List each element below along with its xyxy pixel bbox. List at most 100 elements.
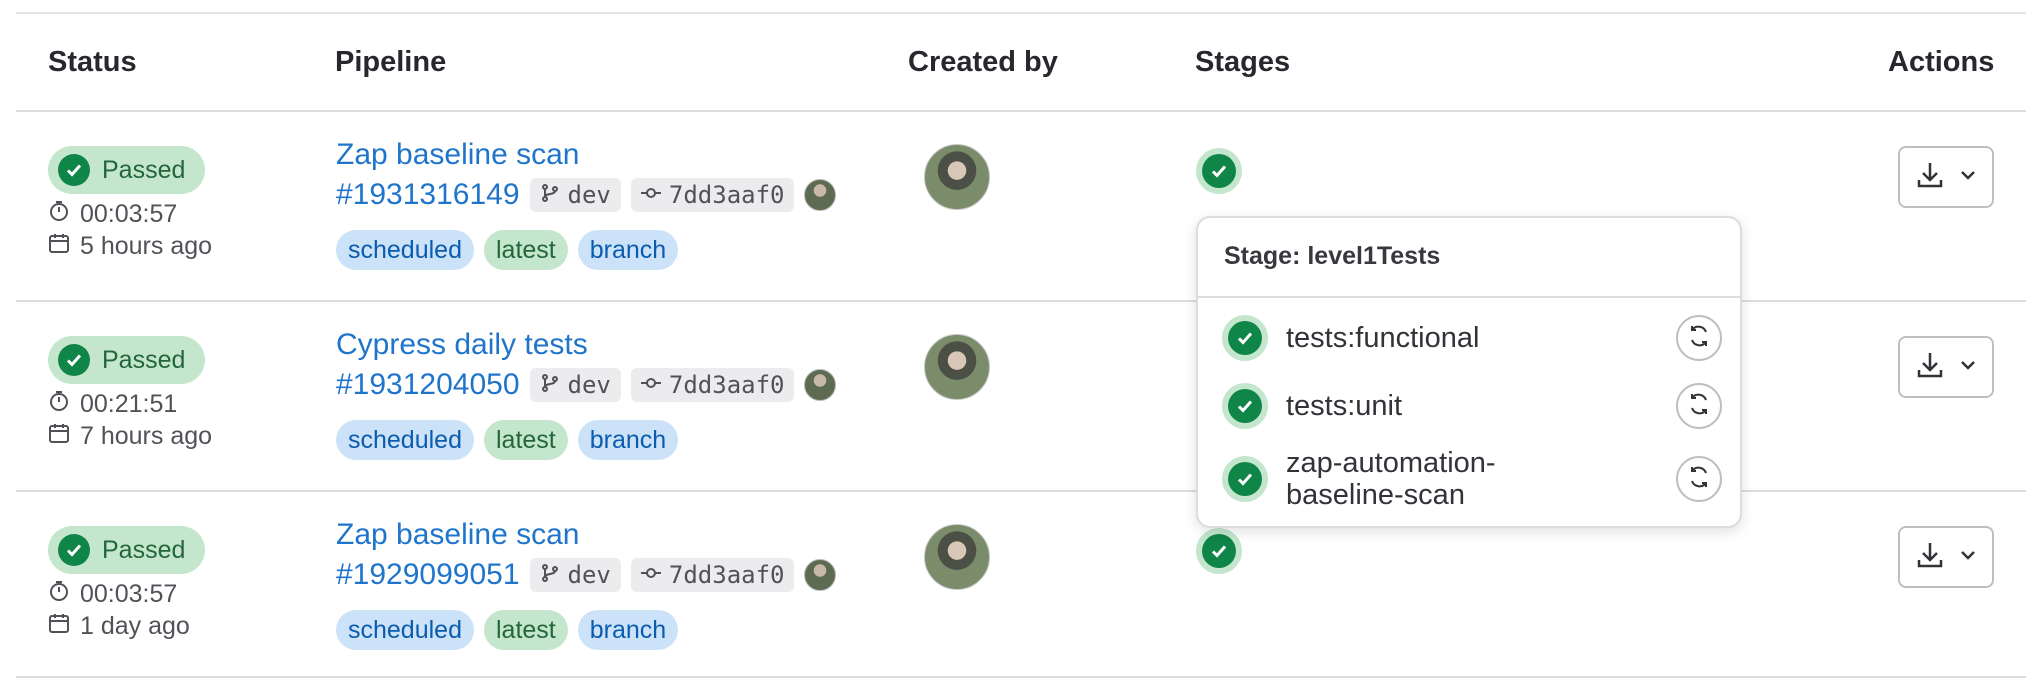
pipeline-tags: scheduled latest branch bbox=[336, 610, 679, 650]
column-header-pipeline: Pipeline bbox=[335, 46, 447, 78]
commit-author-avatar[interactable] bbox=[804, 559, 837, 591]
calendar-icon bbox=[48, 612, 70, 641]
stage-popover-title: Stage: level1Tests bbox=[1224, 242, 1441, 270]
timer-icon bbox=[48, 390, 70, 419]
timer-icon bbox=[48, 580, 70, 609]
check-circle-icon bbox=[1228, 321, 1262, 355]
branch-ref[interactable]: dev bbox=[529, 558, 621, 592]
branch-ref[interactable]: dev bbox=[529, 178, 621, 212]
status-badge[interactable]: Passed bbox=[48, 336, 206, 384]
pipeline-meta: #1931204050 dev 7dd3aaf0 bbox=[336, 368, 837, 402]
pipeline-tags: scheduled latest branch bbox=[336, 420, 679, 460]
column-header-created-by: Created by bbox=[908, 46, 1058, 78]
duration: 00:03:57 bbox=[48, 580, 177, 609]
chevron-down-icon bbox=[1959, 166, 1977, 189]
calendar-icon bbox=[48, 232, 70, 261]
pipeline-tags: scheduled latest branch bbox=[336, 230, 679, 270]
check-circle-icon bbox=[58, 344, 90, 376]
job-name: tests:functional bbox=[1286, 322, 1480, 354]
pipeline-title-link[interactable]: Zap baseline scan bbox=[336, 518, 580, 552]
commit-sha[interactable]: 7dd3aaf0 bbox=[630, 368, 795, 402]
branch-name: dev bbox=[567, 181, 611, 209]
finished-text: 5 hours ago bbox=[80, 232, 213, 260]
pipeline-id-link[interactable]: #1931316149 bbox=[336, 178, 520, 212]
commit-sha[interactable]: 7dd3aaf0 bbox=[630, 178, 795, 212]
download-icon bbox=[1915, 160, 1945, 195]
commit-text: 7dd3aaf0 bbox=[668, 181, 785, 209]
commit-author-avatar[interactable] bbox=[804, 369, 837, 401]
popover-divider bbox=[1198, 296, 1740, 298]
tag-branch: branch bbox=[577, 610, 679, 650]
finished-at: 1 day ago bbox=[48, 612, 190, 641]
status-label: Passed bbox=[102, 535, 186, 564]
duration-text: 00:03:57 bbox=[80, 580, 178, 608]
job-status-icon bbox=[1222, 383, 1268, 429]
branch-icon bbox=[540, 371, 560, 399]
column-header-actions: Actions bbox=[1888, 46, 1995, 78]
retry-job-button[interactable] bbox=[1676, 315, 1722, 361]
pipeline-id-link[interactable]: #1931204050 bbox=[336, 368, 520, 402]
commit-icon bbox=[640, 371, 661, 399]
job-item[interactable]: zap-automation- baseline-scan bbox=[1222, 444, 1722, 514]
retry-job-button[interactable] bbox=[1676, 456, 1722, 502]
retry-icon bbox=[1686, 464, 1712, 495]
pipeline-title-link[interactable]: Zap baseline scan bbox=[336, 138, 580, 172]
duration-text: 00:03:57 bbox=[80, 200, 178, 228]
commit-author-avatar[interactable] bbox=[804, 179, 837, 211]
chevron-down-icon bbox=[1959, 356, 1977, 379]
job-name: tests:unit bbox=[1286, 390, 1403, 422]
download-artifacts-button[interactable] bbox=[1898, 526, 1994, 588]
job-status-icon bbox=[1222, 456, 1268, 502]
pipeline-meta: #1929099051 dev 7dd3aaf0 bbox=[336, 558, 837, 592]
commit-text: 7dd3aaf0 bbox=[668, 561, 785, 589]
tag-latest: latest bbox=[483, 230, 568, 270]
creator-avatar[interactable] bbox=[924, 524, 990, 590]
branch-ref[interactable]: dev bbox=[529, 368, 621, 402]
status-label: Passed bbox=[102, 345, 186, 374]
check-circle-icon bbox=[58, 154, 90, 186]
retry-job-button[interactable] bbox=[1676, 383, 1722, 429]
commit-icon bbox=[640, 561, 661, 589]
tag-latest: latest bbox=[483, 420, 568, 460]
stage-popover: Stage: level1Tests tests:functional test… bbox=[1196, 216, 1742, 528]
creator-avatar[interactable] bbox=[924, 144, 990, 210]
branch-icon bbox=[540, 181, 560, 209]
tag-scheduled: scheduled bbox=[336, 420, 474, 460]
job-item[interactable]: tests:unit bbox=[1222, 376, 1722, 436]
commit-icon bbox=[640, 181, 661, 209]
check-circle-icon bbox=[1202, 154, 1236, 188]
download-artifacts-button[interactable] bbox=[1898, 146, 1994, 208]
duration: 00:21:51 bbox=[48, 390, 177, 419]
branch-name: dev bbox=[567, 561, 611, 589]
check-circle-icon bbox=[1202, 534, 1236, 568]
download-icon bbox=[1915, 540, 1945, 575]
status-badge[interactable]: Passed bbox=[48, 146, 206, 194]
pipeline-title-link[interactable]: Cypress daily tests bbox=[336, 328, 588, 362]
tag-scheduled: scheduled bbox=[336, 610, 474, 650]
finished-text: 1 day ago bbox=[80, 612, 190, 640]
job-item[interactable]: tests:functional bbox=[1222, 308, 1722, 368]
branch-icon bbox=[540, 561, 560, 589]
download-icon bbox=[1915, 350, 1945, 385]
retry-icon bbox=[1686, 323, 1712, 354]
download-artifacts-button[interactable] bbox=[1898, 336, 1994, 398]
commit-sha[interactable]: 7dd3aaf0 bbox=[630, 558, 795, 592]
tag-latest: latest bbox=[483, 610, 568, 650]
column-header-status: Status bbox=[48, 46, 137, 78]
check-circle-icon bbox=[1228, 389, 1262, 423]
pipeline-id-link[interactable]: #1929099051 bbox=[336, 558, 520, 592]
branch-name: dev bbox=[567, 371, 611, 399]
chevron-down-icon bbox=[1959, 546, 1977, 569]
creator-avatar[interactable] bbox=[924, 334, 990, 400]
finished-at: 7 hours ago bbox=[48, 422, 212, 451]
retry-icon bbox=[1686, 391, 1712, 422]
timer-icon bbox=[48, 200, 70, 229]
stage-status-button[interactable] bbox=[1196, 528, 1242, 574]
tag-branch: branch bbox=[577, 420, 679, 460]
stage-status-button[interactable] bbox=[1196, 148, 1242, 194]
status-badge[interactable]: Passed bbox=[48, 526, 206, 574]
calendar-icon bbox=[48, 422, 70, 451]
status-label: Passed bbox=[102, 155, 186, 184]
finished-at: 5 hours ago bbox=[48, 232, 212, 261]
duration-text: 00:21:51 bbox=[80, 390, 178, 418]
